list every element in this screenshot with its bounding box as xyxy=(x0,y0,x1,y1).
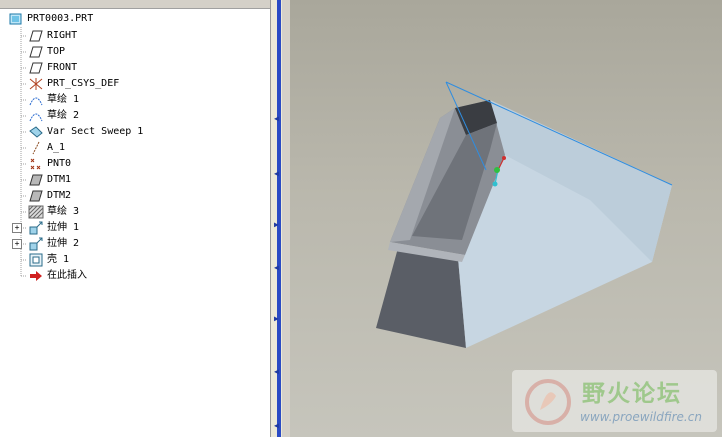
collapse-left-arrow-icon[interactable]: ◀ xyxy=(274,420,282,432)
datum-plane-shaded-icon xyxy=(28,173,44,187)
extrude-icon xyxy=(28,237,44,251)
tree-item-label: TOP xyxy=(47,46,66,57)
tree-item-label: 草绘 1 xyxy=(47,94,80,105)
fire-logo-icon xyxy=(525,379,571,425)
shell-icon xyxy=(28,253,44,267)
tree-item-label: 在此插入 xyxy=(47,270,87,281)
expand-right-arrow-icon[interactable]: ▶ xyxy=(274,219,282,231)
collapse-left-arrow-icon[interactable]: ◀ xyxy=(274,168,282,180)
expand-toggle[interactable]: + xyxy=(12,239,22,249)
part-icon xyxy=(8,12,24,26)
sweep-icon xyxy=(28,125,44,139)
splitter-rail xyxy=(282,0,290,437)
model-tree-header-bar xyxy=(0,0,270,9)
sketch-icon xyxy=(28,93,44,107)
sketch-icon xyxy=(28,109,44,123)
datum-plane-icon xyxy=(28,61,44,75)
tree-item-label: A_1 xyxy=(47,142,66,153)
watermark-title: 野火论坛 xyxy=(582,381,682,407)
tree-root-label: PRT0003.PRT xyxy=(27,13,94,24)
datum-plane-shaded-icon xyxy=(28,189,44,203)
tree-item-label: DTM2 xyxy=(47,190,72,201)
insert-here-arrow-icon xyxy=(28,269,44,283)
csys-x-tip xyxy=(502,156,506,160)
expand-right-arrow-icon[interactable]: ▶ xyxy=(274,313,282,325)
expand-toggle[interactable]: + xyxy=(12,223,22,233)
datum-point-icon xyxy=(28,157,44,171)
tree-item-label: Var Sect Sweep 1 xyxy=(47,126,144,137)
forum-watermark: 野火论坛 www.proewildfire.cn xyxy=(512,370,717,432)
extrude-icon xyxy=(28,221,44,235)
model-tree-panel: PRT0003.PRT RIGHT TOP FRONT PRT_CSYS_DEF… xyxy=(0,0,271,437)
tree-item-label: 草绘 3 xyxy=(47,206,80,217)
lower-block-front-face xyxy=(376,248,466,348)
collapse-left-arrow-icon[interactable]: ◀ xyxy=(274,366,282,378)
collapse-left-arrow-icon[interactable]: ◀ xyxy=(274,262,282,274)
tree-item-label: 壳 1 xyxy=(47,254,70,265)
collapse-left-arrow-icon[interactable]: ◀ xyxy=(274,113,282,125)
tree-item-label: 拉伸 1 xyxy=(47,222,80,233)
csys-y-tip xyxy=(492,181,498,187)
datum-axis-icon xyxy=(28,141,44,155)
tree-item-label: DTM1 xyxy=(47,174,72,185)
tree-item-label: 拉伸 2 xyxy=(47,238,80,249)
tree-item-label: FRONT xyxy=(47,62,78,73)
tree-item-label: 草绘 2 xyxy=(47,110,80,121)
datum-plane-icon xyxy=(28,29,44,43)
hatched-sketch-icon xyxy=(28,205,44,219)
tree-item-label: RIGHT xyxy=(47,30,78,41)
coordinate-system-icon xyxy=(28,77,44,91)
tree-item-label: PRT_CSYS_DEF xyxy=(47,78,120,89)
watermark-url: www.proewildfire.cn xyxy=(580,410,702,424)
tree-item-label: PNT0 xyxy=(47,158,72,169)
csys-origin xyxy=(494,167,500,173)
datum-plane-icon xyxy=(28,45,44,59)
